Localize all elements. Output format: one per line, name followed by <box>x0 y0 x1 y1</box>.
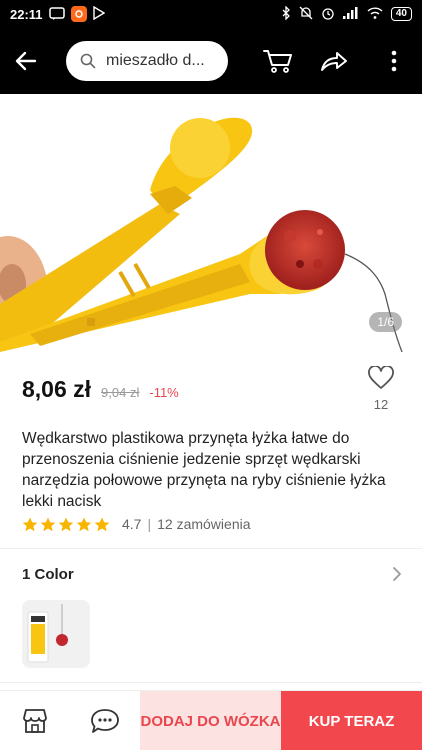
message-icon <box>48 6 65 22</box>
buy-now-button[interactable]: KUP TERAZ <box>281 691 422 750</box>
cart-button[interactable] <box>256 28 300 94</box>
status-time: 22:11 <box>10 6 43 22</box>
section-divider <box>0 682 422 683</box>
app-bar: mieszadło d... <box>0 28 422 94</box>
bluetooth-icon <box>281 4 291 23</box>
image-page-indicator: 1/6 <box>369 312 402 332</box>
bottom-action-bar: DODAJ DO WÓZKA KUP TERAZ <box>0 690 422 750</box>
current-price: 8,06 zł <box>22 376 92 402</box>
wishlist-button[interactable]: 12 <box>366 365 396 412</box>
rating-value: 4.7 <box>122 516 142 532</box>
variant-expand-button[interactable] <box>392 566 402 587</box>
product-title: Wędkarstwo plastikowa przynęta łyżka łat… <box>22 430 386 510</box>
rating-row[interactable]: 4.7 | 12 zamówienia <box>22 516 251 532</box>
alarm-icon <box>321 6 335 23</box>
chat-button[interactable] <box>70 691 140 750</box>
battery-indicator: 40 <box>390 7 412 21</box>
star-icon <box>22 517 38 531</box>
product-image <box>0 117 403 352</box>
share-button[interactable] <box>312 28 356 94</box>
orders-count: 12 zamówienia <box>157 516 251 532</box>
section-divider <box>0 548 422 549</box>
back-arrow-icon <box>15 51 37 71</box>
variant-header[interactable]: 1 Color <box>22 566 74 583</box>
star-icon <box>94 517 110 531</box>
heart-icon <box>368 365 394 389</box>
add-to-cart-button[interactable]: DODAJ DO WÓZKA <box>140 691 281 750</box>
chat-icon <box>91 709 119 733</box>
variant-thumbnail[interactable] <box>22 600 90 668</box>
price-row: 8,06 zł 9,04 zł -11% <box>22 376 179 403</box>
back-button[interactable] <box>0 28 52 94</box>
signal-icon <box>342 6 359 22</box>
play-store-icon <box>92 5 105 23</box>
star-rating <box>22 517 110 532</box>
cart-icon <box>263 50 292 73</box>
store-icon <box>23 709 47 733</box>
more-options-button[interactable] <box>372 28 416 94</box>
search-icon <box>80 53 96 69</box>
search-query: mieszadło d... <box>106 52 205 69</box>
status-bar: 22:11 40 <box>0 0 422 28</box>
chevron-right-icon <box>393 567 401 581</box>
search-input[interactable]: mieszadło d... <box>66 41 228 81</box>
star-icon <box>58 517 74 531</box>
mute-bell-icon <box>299 6 313 23</box>
product-image-gallery[interactable]: 1/6 <box>0 94 422 352</box>
star-icon <box>40 517 56 531</box>
store-button[interactable] <box>0 691 70 750</box>
original-price: 9,04 zł <box>101 385 140 400</box>
share-icon <box>321 52 347 71</box>
discount-badge: -11% <box>149 385 179 400</box>
aliexpress-notification-icon <box>70 6 87 22</box>
variant-image <box>22 600 90 668</box>
rating-separator: | <box>147 516 152 532</box>
wifi-icon <box>367 6 383 22</box>
wishlist-count: 12 <box>373 397 389 412</box>
star-icon <box>76 517 92 531</box>
more-vertical-icon <box>391 50 397 72</box>
